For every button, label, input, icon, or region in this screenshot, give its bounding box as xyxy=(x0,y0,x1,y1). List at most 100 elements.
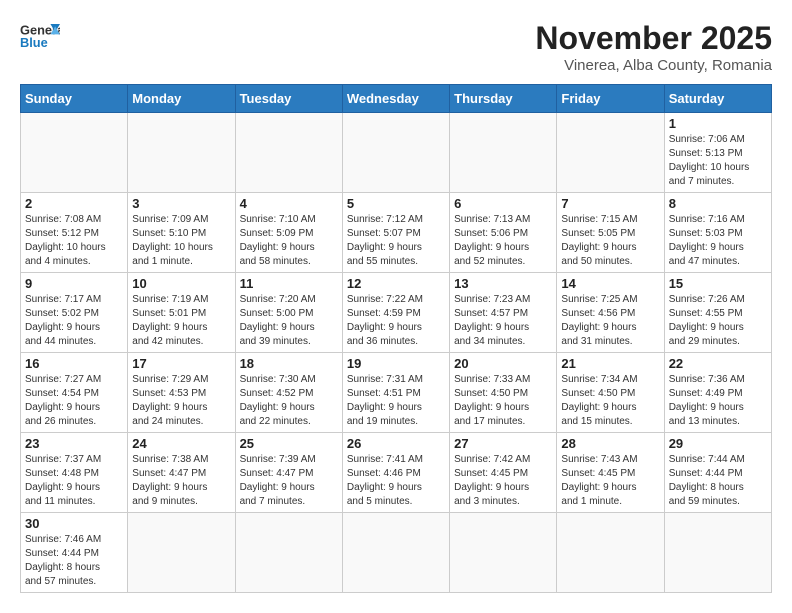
page-header: General Blue November 2025 Vinerea, Alba… xyxy=(20,20,772,74)
day-cell: 17 Sunrise: 7:29 AMSunset: 4:53 PMDayligh… xyxy=(128,353,235,433)
day-number: 9 xyxy=(25,276,123,291)
week-row-0: 1 Sunrise: 7:06 AMSunset: 5:13 PMDaylight… xyxy=(21,113,772,193)
day-info: Sunrise: 7:46 AMSunset: 4:44 PMDaylight:… xyxy=(25,533,123,589)
day-info: Sunrise: 7:44 AMSunset: 4:44 PMDaylight:… xyxy=(669,453,767,509)
day-number: 19 xyxy=(347,356,445,371)
day-info: Sunrise: 7:26 AMSunset: 4:55 PMDaylight:… xyxy=(669,293,767,349)
day-cell: 28 Sunrise: 7:43 AMSunset: 4:45 PMDayligh… xyxy=(557,433,664,513)
day-cell: 23 Sunrise: 7:37 AMSunset: 4:48 PMDayligh… xyxy=(21,433,128,513)
day-number: 1 xyxy=(669,116,767,131)
day-cell xyxy=(21,113,128,193)
day-cell: 18 Sunrise: 7:30 AMSunset: 4:52 PMDayligh… xyxy=(235,353,342,433)
day-number: 18 xyxy=(240,356,338,371)
day-number: 16 xyxy=(25,356,123,371)
day-cell: 19 Sunrise: 7:31 AMSunset: 4:51 PMDayligh… xyxy=(342,353,449,433)
day-number: 15 xyxy=(669,276,767,291)
day-info: Sunrise: 7:17 AMSunset: 5:02 PMDaylight:… xyxy=(25,293,123,349)
day-cell xyxy=(450,513,557,593)
day-info: Sunrise: 7:34 AMSunset: 4:50 PMDaylight:… xyxy=(561,373,659,429)
day-info: Sunrise: 7:15 AMSunset: 5:05 PMDaylight:… xyxy=(561,213,659,269)
location: Vinerea, Alba County, Romania xyxy=(535,57,772,74)
day-cell xyxy=(557,513,664,593)
day-cell xyxy=(450,113,557,193)
weekday-thursday: Thursday xyxy=(450,85,557,113)
day-info: Sunrise: 7:27 AMSunset: 4:54 PMDaylight:… xyxy=(25,373,123,429)
calendar: SundayMondayTuesdayWednesdayThursdayFrid… xyxy=(20,84,772,593)
day-cell: 13Sunrise: 7:23 AMSunset: 4:57 PMDayligh… xyxy=(450,273,557,353)
day-number: 5 xyxy=(347,196,445,211)
day-number: 14 xyxy=(561,276,659,291)
day-number: 27 xyxy=(454,436,552,451)
day-cell xyxy=(557,113,664,193)
day-info: Sunrise: 7:31 AMSunset: 4:51 PMDaylight:… xyxy=(347,373,445,429)
day-cell xyxy=(342,113,449,193)
week-row-4: 23 Sunrise: 7:37 AMSunset: 4:48 PMDayligh… xyxy=(21,433,772,513)
day-number: 22 xyxy=(669,356,767,371)
day-cell: 20 Sunrise: 7:33 AMSunset: 4:50 PMDayligh… xyxy=(450,353,557,433)
day-number: 12 xyxy=(347,276,445,291)
day-number: 28 xyxy=(561,436,659,451)
weekday-saturday: Saturday xyxy=(664,85,771,113)
day-number: 10 xyxy=(132,276,230,291)
day-info: Sunrise: 7:39 AMSunset: 4:47 PMDaylight:… xyxy=(240,453,338,509)
day-cell: 21 Sunrise: 7:34 AMSunset: 4:50 PMDayligh… xyxy=(557,353,664,433)
day-number: 23 xyxy=(25,436,123,451)
day-cell: 24Sunrise: 7:38 AMSunset: 4:47 PMDayligh… xyxy=(128,433,235,513)
weekday-tuesday: Tuesday xyxy=(235,85,342,113)
day-cell xyxy=(342,513,449,593)
day-cell: 30 Sunrise: 7:46 AMSunset: 4:44 PMDayligh… xyxy=(21,513,128,593)
day-cell xyxy=(664,513,771,593)
weekday-header-row: SundayMondayTuesdayWednesdayThursdayFrid… xyxy=(21,85,772,113)
day-number: 6 xyxy=(454,196,552,211)
day-cell: 14 Sunrise: 7:25 AMSunset: 4:56 PMDayligh… xyxy=(557,273,664,353)
day-cell: 6Sunrise: 7:13 AMSunset: 5:06 PMDaylight… xyxy=(450,193,557,273)
day-cell xyxy=(235,113,342,193)
day-number: 7 xyxy=(561,196,659,211)
week-row-5: 30 Sunrise: 7:46 AMSunset: 4:44 PMDayligh… xyxy=(21,513,772,593)
day-info: Sunrise: 7:20 AMSunset: 5:00 PMDaylight:… xyxy=(240,293,338,349)
day-info: Sunrise: 7:29 AMSunset: 4:53 PMDaylight:… xyxy=(132,373,230,429)
day-number: 2 xyxy=(25,196,123,211)
day-cell: 12 Sunrise: 7:22 AMSunset: 4:59 PMDayligh… xyxy=(342,273,449,353)
day-cell xyxy=(128,113,235,193)
day-cell: 7 Sunrise: 7:15 AMSunset: 5:05 PMDaylight… xyxy=(557,193,664,273)
day-info: Sunrise: 7:30 AMSunset: 4:52 PMDaylight:… xyxy=(240,373,338,429)
day-cell: 25Sunrise: 7:39 AMSunset: 4:47 PMDayligh… xyxy=(235,433,342,513)
logo-icon: General Blue xyxy=(20,20,60,52)
day-cell: 4Sunrise: 7:10 AMSunset: 5:09 PMDaylight… xyxy=(235,193,342,273)
day-info: Sunrise: 7:36 AMSunset: 4:49 PMDaylight:… xyxy=(669,373,767,429)
day-number: 30 xyxy=(25,516,123,531)
day-number: 29 xyxy=(669,436,767,451)
day-cell: 1 Sunrise: 7:06 AMSunset: 5:13 PMDaylight… xyxy=(664,113,771,193)
day-info: Sunrise: 7:10 AMSunset: 5:09 PMDaylight:… xyxy=(240,213,338,269)
day-cell: 26Sunrise: 7:41 AMSunset: 4:46 PMDayligh… xyxy=(342,433,449,513)
day-cell: 2Sunrise: 7:08 AMSunset: 5:12 PMDaylight… xyxy=(21,193,128,273)
day-info: Sunrise: 7:16 AMSunset: 5:03 PMDaylight:… xyxy=(669,213,767,269)
day-info: Sunrise: 7:25 AMSunset: 4:56 PMDaylight:… xyxy=(561,293,659,349)
day-number: 8 xyxy=(669,196,767,211)
day-number: 3 xyxy=(132,196,230,211)
weekday-wednesday: Wednesday xyxy=(342,85,449,113)
day-cell xyxy=(128,513,235,593)
day-info: Sunrise: 7:09 AMSunset: 5:10 PMDaylight:… xyxy=(132,213,230,269)
week-row-1: 2Sunrise: 7:08 AMSunset: 5:12 PMDaylight… xyxy=(21,193,772,273)
logo: General Blue xyxy=(20,20,60,52)
day-cell: 8 Sunrise: 7:16 AMSunset: 5:03 PMDaylight… xyxy=(664,193,771,273)
day-number: 17 xyxy=(132,356,230,371)
day-number: 21 xyxy=(561,356,659,371)
day-cell: 22 Sunrise: 7:36 AMSunset: 4:49 PMDayligh… xyxy=(664,353,771,433)
weekday-friday: Friday xyxy=(557,85,664,113)
day-cell: 16 Sunrise: 7:27 AMSunset: 4:54 PMDayligh… xyxy=(21,353,128,433)
month-title: November 2025 xyxy=(535,20,772,57)
day-cell: 10 Sunrise: 7:19 AMSunset: 5:01 PMDayligh… xyxy=(128,273,235,353)
day-info: Sunrise: 7:06 AMSunset: 5:13 PMDaylight:… xyxy=(669,133,767,189)
day-info: Sunrise: 7:22 AMSunset: 4:59 PMDaylight:… xyxy=(347,293,445,349)
day-info: Sunrise: 7:37 AMSunset: 4:48 PMDaylight:… xyxy=(25,453,123,509)
day-cell: 27Sunrise: 7:42 AMSunset: 4:45 PMDayligh… xyxy=(450,433,557,513)
day-info: Sunrise: 7:38 AMSunset: 4:47 PMDaylight:… xyxy=(132,453,230,509)
day-info: Sunrise: 7:43 AMSunset: 4:45 PMDaylight:… xyxy=(561,453,659,509)
day-info: Sunrise: 7:19 AMSunset: 5:01 PMDaylight:… xyxy=(132,293,230,349)
day-info: Sunrise: 7:33 AMSunset: 4:50 PMDaylight:… xyxy=(454,373,552,429)
weekday-sunday: Sunday xyxy=(21,85,128,113)
day-number: 20 xyxy=(454,356,552,371)
